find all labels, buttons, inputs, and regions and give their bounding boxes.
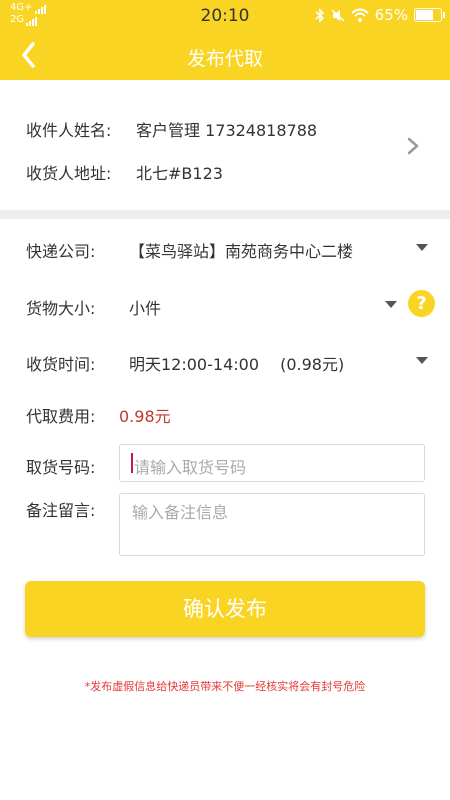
note-row: 备注留言: xyxy=(26,497,129,521)
bluetooth-icon xyxy=(315,7,324,23)
battery-percent: 65% xyxy=(374,6,408,24)
size-row[interactable]: 货物大小: 小件 xyxy=(26,295,161,319)
courier-row[interactable]: 快递公司: 【菜鸟驿站】南苑商务中心二楼 xyxy=(26,238,353,262)
size-dropdown-icon[interactable] xyxy=(385,301,397,308)
system-icons: 65% xyxy=(315,6,445,24)
recipient-address-value: 北七#B123 xyxy=(136,164,223,183)
pickup-code-placeholder: 请输入取货号码 xyxy=(134,458,247,477)
fee-row: 代取费用: 0.98元 xyxy=(26,403,171,427)
confirm-publish-button[interactable]: 确认发布 xyxy=(25,581,425,637)
pickup-code-input[interactable]: 请输入取货号码 xyxy=(119,444,425,482)
courier-dropdown-icon[interactable] xyxy=(416,244,428,251)
mute-icon xyxy=(331,8,345,22)
recipient-address-label: 收货人地址: xyxy=(26,164,112,183)
chevron-right-icon xyxy=(407,137,419,155)
time-row[interactable]: 收货时间: 明天12:00-14:00 (0.98元) xyxy=(26,351,344,375)
wifi-icon xyxy=(350,8,369,22)
recipient-address-row: 收货人地址: 北七#B123 xyxy=(26,160,223,184)
fee-label: 代取费用: xyxy=(26,407,96,426)
time-label: 收货时间: xyxy=(26,355,96,374)
time-value: 明天12:00-14:00 (0.98元) xyxy=(129,355,345,374)
size-value: 小件 xyxy=(129,299,162,318)
recipient-card[interactable]: 收件人姓名: 客户管理 17324818788 收货人地址: 北七#B123 xyxy=(0,80,450,210)
size-label: 货物大小: xyxy=(26,299,96,318)
code-row: 取货号码: xyxy=(26,454,129,478)
section-divider xyxy=(0,210,450,219)
text-caret xyxy=(131,453,133,473)
recipient-name-label: 收件人姓名: xyxy=(26,121,112,140)
app-header: 发布代取 xyxy=(0,30,450,80)
time-dropdown-icon[interactable] xyxy=(416,357,428,364)
note-textarea[interactable]: 输入备注信息 xyxy=(119,493,425,556)
page-title: 发布代取 xyxy=(186,48,263,70)
warning-text: *发布虚假信息给快递员带来不便一经核实将会有封号危险 xyxy=(84,680,366,693)
note-placeholder: 输入备注信息 xyxy=(132,503,229,522)
battery-icon xyxy=(414,8,445,22)
recipient-name-value: 客户管理 17324818788 xyxy=(136,121,318,140)
code-label: 取货号码: xyxy=(26,458,96,477)
status-bar: 4G+ 2G 20:10 65% xyxy=(0,0,450,30)
help-icon[interactable]: ? xyxy=(408,290,435,317)
recipient-name-row: 收件人姓名: 客户管理 17324818788 xyxy=(26,117,317,141)
note-label: 备注留言: xyxy=(26,501,96,520)
courier-value: 【菜鸟驿站】南苑商务中心二楼 xyxy=(129,242,354,261)
courier-label: 快递公司: xyxy=(26,242,96,261)
fee-value: 0.98元 xyxy=(119,407,171,426)
